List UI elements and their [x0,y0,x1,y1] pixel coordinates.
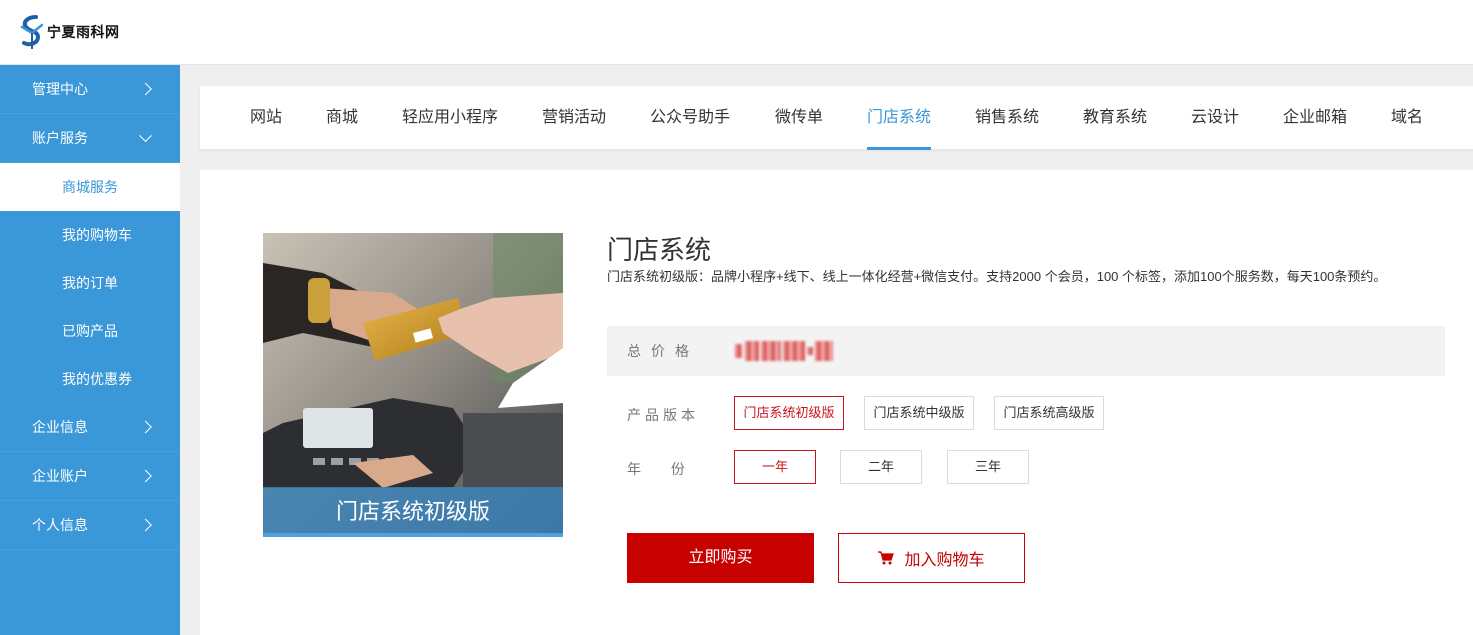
sidebar-item-management[interactable]: 管理中心 [0,65,180,114]
sidebar-subitem-purchased[interactable]: 已购产品 [0,307,180,355]
tab-domain[interactable]: 域名 [1391,86,1423,150]
logo-text: 宁夏雨科网 [47,25,120,41]
year-option-one[interactable]: 一年 [734,450,816,484]
tab-mini-program[interactable]: 轻应用小程序 [402,86,498,150]
tab-official-account[interactable]: 公众号助手 [650,86,730,150]
sidebar-subitem-cart[interactable]: 我的购物车 [0,211,180,259]
sidebar-item-account-service[interactable]: 账户服务 [0,114,180,163]
sidebar-item-label: 管理中心 [32,81,88,97]
tab-cloud-design[interactable]: 云设计 [1191,86,1239,150]
tab-sales-system[interactable]: 销售系统 [975,86,1039,150]
sidebar-item-label: 企业账户 [32,468,88,484]
sidebar-item-label: 账户服务 [32,130,88,146]
price-value-blurred [735,336,835,366]
chevron-right-icon [139,420,152,434]
version-option-basic[interactable]: 门店系统初级版 [734,396,844,430]
logo[interactable]: 宁夏雨科网 [18,12,120,52]
year-option-three[interactable]: 三年 [947,450,1029,484]
version-option-advanced[interactable]: 门店系统高级版 [994,396,1104,430]
tab-store-system[interactable]: 门店系统 [867,86,932,150]
tab-education-system[interactable]: 教育系统 [1083,86,1147,150]
sidebar-subitem-orders[interactable]: 我的订单 [0,259,180,307]
sidebar-subitem-mall-service[interactable]: 商城服务 [0,163,180,211]
product-panel: 门店系统初级版 门店系统 门店系统初级版：品牌小程序+线下、线上一体化经营+微信… [200,170,1473,635]
version-option-intermediate[interactable]: 门店系统中级版 [864,396,974,430]
year-label: 年 份 [627,461,685,477]
sidebar-item-company-account[interactable]: 企业账户 [0,452,180,501]
sidebar-item-personal-info[interactable]: 个人信息 [0,501,180,550]
chevron-down-icon [139,129,152,143]
tab-mall[interactable]: 商城 [326,86,358,150]
buy-now-button[interactable]: 立即购买 [627,533,814,583]
price-bar: 总价格 [607,326,1445,376]
sidebar-item-label: 企业信息 [32,419,88,435]
chevron-right-icon [139,518,152,532]
top-header: 宁夏雨科网 [0,0,1473,65]
chevron-right-icon [139,82,152,96]
yukewang-logo-icon [20,15,44,49]
version-label: 产品版本 [627,407,699,423]
chevron-right-icon [139,469,152,483]
tab-enterprise-mail[interactable]: 企业邮箱 [1283,86,1347,150]
add-to-cart-button[interactable]: 加入购物车 [838,533,1025,583]
sidebar: 管理中心 账户服务 商城服务 我的购物车 我的订单 已购产品 我的优惠券 企业信… [0,65,180,635]
add-to-cart-label: 加入购物车 [904,552,985,569]
product-description: 门店系统初级版：品牌小程序+线下、线上一体化经营+微信支付。支持2000 个会员… [607,269,1387,284]
year-option-two[interactable]: 二年 [840,450,922,484]
sidebar-item-company-info[interactable]: 企业信息 [0,403,180,452]
product-title: 门店系统 [607,235,712,265]
tab-website[interactable]: 网站 [250,86,282,150]
sidebar-subitem-coupons[interactable]: 我的优惠券 [0,355,180,403]
sidebar-item-label: 个人信息 [32,517,88,533]
price-label: 总价格 [627,343,699,359]
product-image: 门店系统初级版 [263,233,563,537]
tab-flyer[interactable]: 微传单 [775,86,823,150]
tab-marketing[interactable]: 营销活动 [542,86,606,150]
product-tabs: 网站 商城 轻应用小程序 营销活动 公众号助手 微传单 门店系统 销售系统 教育… [200,86,1473,150]
shopping-cart-icon [878,551,895,565]
product-image-caption: 门店系统初级版 [263,487,563,537]
